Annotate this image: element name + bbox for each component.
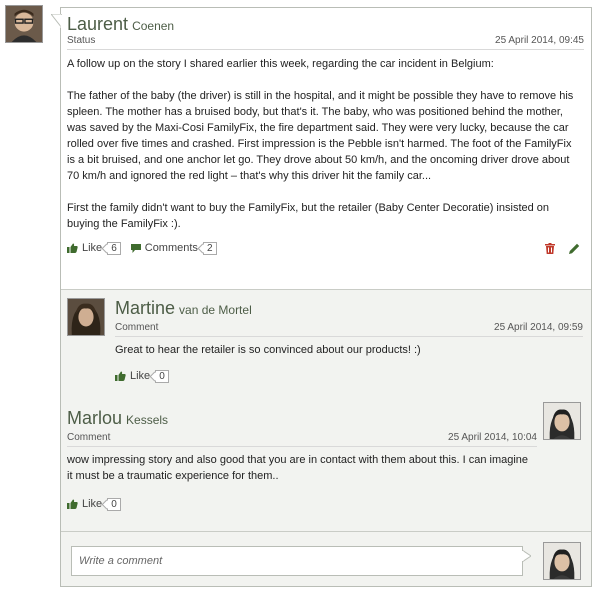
like-count: 6	[107, 241, 121, 255]
commenter-first-name[interactable]: Martine	[115, 298, 175, 319]
comment-type: Comment	[67, 431, 111, 443]
trash-icon[interactable]	[545, 242, 555, 254]
comment-input[interactable]	[71, 546, 523, 576]
post-body: A follow up on the story I shared earlie…	[67, 56, 584, 232]
pencil-icon[interactable]	[569, 243, 580, 254]
commenter-last-name[interactable]: van de Mortel	[179, 303, 252, 317]
card-pointer	[51, 14, 62, 28]
current-user-avatar[interactable]	[543, 542, 581, 580]
comment-timestamp: 25 April 2014, 10:04	[448, 431, 537, 443]
thumbs-up-icon	[115, 371, 126, 381]
comment-meta: Comment 25 April 2014, 09:59	[115, 321, 583, 337]
comment-text: Great to hear the retailer is so convinc…	[115, 344, 421, 356]
author-first-name[interactable]: Laurent	[67, 14, 128, 35]
post-paragraph: The father of the baby (the driver) is s…	[67, 90, 574, 182]
thumbs-up-icon	[67, 243, 78, 253]
comments-count: 2	[202, 241, 217, 255]
post-author: Laurent Coenen	[67, 14, 584, 34]
like-label: Like	[130, 370, 151, 382]
comments-label: Comments	[144, 242, 198, 254]
comment-actions: Like 0	[67, 494, 537, 514]
post-timestamp: 25 April 2014, 09:45	[495, 34, 584, 46]
post-actions: Like 6 Comments 2	[67, 238, 584, 258]
commenter-first-name[interactable]: Marlou	[67, 408, 122, 429]
post-paragraph: First the family didn't want to buy the …	[67, 202, 550, 230]
post-type: Status	[67, 34, 96, 46]
comment-author: Marlou Kessels	[67, 408, 537, 429]
comments-button[interactable]: Comments 2	[130, 241, 217, 255]
like-count: 0	[155, 369, 169, 383]
comment-meta: Comment 25 April 2014, 10:04	[67, 431, 537, 447]
like-label: Like	[82, 498, 103, 510]
comment-type: Comment	[115, 321, 159, 333]
commenter-last-name[interactable]: Kessels	[126, 413, 168, 427]
post-card: Laurent Coenen Status 25 April 2014, 09:…	[60, 7, 592, 587]
speech-bubble-icon	[130, 243, 141, 253]
comment-actions: Like 0	[115, 366, 583, 386]
like-count: 0	[107, 497, 121, 511]
comment: Marlou Kessels Comment 25 April 2014, 10…	[65, 402, 587, 524]
commenter-avatar[interactable]	[67, 298, 105, 336]
like-button[interactable]: Like 0	[67, 497, 121, 511]
thumbs-up-icon	[67, 499, 78, 509]
comment-author: Martine van de Mortel	[115, 298, 583, 319]
like-button[interactable]: Like 6	[67, 241, 121, 255]
like-button[interactable]: Like 0	[115, 369, 169, 383]
comments-section: Martine van de Mortel Comment 25 April 2…	[61, 289, 591, 586]
comment-timestamp: 25 April 2014, 09:59	[494, 321, 583, 333]
comment-text: wow impressing story and also good that …	[67, 454, 529, 482]
like-label: Like	[82, 242, 103, 254]
input-pointer	[522, 550, 531, 562]
comment: Martine van de Mortel Comment 25 April 2…	[65, 296, 587, 400]
comment-composer	[61, 531, 591, 587]
commenter-avatar[interactable]	[543, 402, 581, 440]
post-paragraph: A follow up on the story I shared earlie…	[67, 58, 494, 70]
post-meta: Status 25 April 2014, 09:45	[67, 34, 584, 50]
post: Laurent Coenen Status 25 April 2014, 09:…	[61, 8, 591, 258]
author-avatar[interactable]	[5, 5, 43, 43]
author-last-name[interactable]: Coenen	[132, 19, 174, 33]
